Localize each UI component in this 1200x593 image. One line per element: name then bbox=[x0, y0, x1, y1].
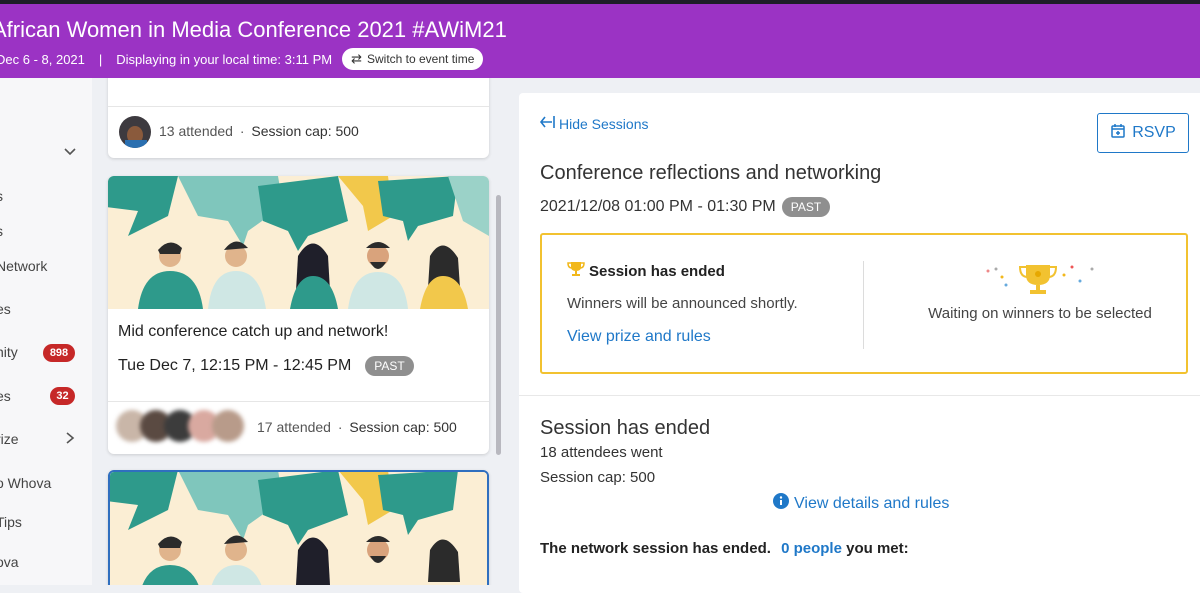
prize-box: Session has ended Winners will be announ… bbox=[540, 233, 1188, 374]
session-banner-illustration bbox=[110, 472, 487, 585]
chevron-down-icon[interactable] bbox=[63, 144, 77, 161]
sidebar-item-label: s bbox=[0, 188, 3, 204]
divider bbox=[108, 401, 489, 402]
hide-sessions-link[interactable]: Hide Sessions bbox=[539, 113, 649, 134]
sidebar-item-label: Tips bbox=[0, 514, 22, 530]
switch-to-event-time-button[interactable]: ⇄ Switch to event time bbox=[342, 48, 484, 70]
attendee-avatars bbox=[116, 410, 251, 442]
prize-heading: Session has ended bbox=[589, 262, 725, 280]
chevron-right-icon bbox=[64, 431, 76, 448]
sidebar-item-label: ova bbox=[0, 554, 19, 570]
hide-sessions-label: Hide Sessions bbox=[559, 115, 649, 132]
sidebar-item[interactable]: es bbox=[0, 388, 11, 404]
trophy-icon bbox=[567, 260, 585, 282]
sidebar-item[interactable]: o Whova bbox=[0, 475, 51, 491]
attendance-row: 13 attended · Session cap: 500 bbox=[159, 123, 359, 139]
sidebar-item[interactable]: Tips bbox=[0, 514, 22, 530]
sidebar-item-prize[interactable]: rize bbox=[0, 431, 19, 447]
event-header: African Women in Media Conference 2021 #… bbox=[0, 4, 1200, 78]
session-list: 13 attended · Session cap: 500 Mid confe bbox=[92, 78, 506, 585]
collapse-arrow-icon bbox=[539, 113, 557, 134]
session-detail-panel: Hide Sessions RSVP Conference reflection… bbox=[519, 93, 1200, 593]
event-subheader: Dec 6 - 8, 2021 | Displaying in your loc… bbox=[0, 48, 484, 70]
attendance-row: 17 attended · Session cap: 500 bbox=[257, 419, 457, 435]
rsvp-label: RSVP bbox=[1132, 124, 1176, 141]
session-card-selected[interactable] bbox=[108, 470, 489, 585]
sidebar: s s Network es nity 898 es 32 rize o Who… bbox=[0, 78, 92, 585]
view-details-label: View details and rules bbox=[794, 494, 950, 512]
sidebar-item-label: nity bbox=[0, 344, 18, 360]
sidebar-item[interactable]: ova bbox=[0, 554, 19, 570]
info-icon bbox=[773, 493, 789, 514]
view-details-rules-link[interactable]: View details and rules bbox=[773, 493, 949, 514]
session-card[interactable]: 13 attended · Session cap: 500 bbox=[108, 78, 489, 158]
session-title: Mid conference catch up and network! bbox=[118, 323, 389, 340]
sidebar-item[interactable]: es bbox=[0, 301, 11, 317]
session-cap: Session cap: 500 bbox=[349, 419, 457, 435]
session-detail-title: Conference reflections and networking bbox=[540, 162, 882, 184]
sidebar-item-label: rize bbox=[0, 431, 19, 447]
sidebar-item-community[interactable]: nity bbox=[0, 344, 18, 360]
divider bbox=[108, 106, 489, 107]
divider bbox=[519, 395, 1200, 396]
rsvp-button[interactable]: RSVP bbox=[1097, 113, 1189, 153]
session-time: Tue Dec 7, 12:15 PM - 12:45 PM bbox=[118, 357, 352, 374]
sidebar-item-label: o Whova bbox=[0, 475, 52, 491]
people-met-link[interactable]: 0 people bbox=[781, 540, 842, 557]
sidebar-item-label: s bbox=[0, 223, 3, 239]
calendar-plus-icon bbox=[1110, 123, 1126, 144]
sidebar-item-label: Network bbox=[0, 258, 48, 274]
session-detail-datetime: 2021/12/08 01:00 PM - 01:30 PM bbox=[540, 198, 776, 215]
session-card[interactable]: Mid conference catch up and network! Tue… bbox=[108, 176, 489, 454]
status-pill: PAST bbox=[781, 197, 831, 217]
session-cap: Session cap: 500 bbox=[251, 123, 359, 139]
sidebar-item[interactable]: s bbox=[0, 188, 3, 204]
divider bbox=[863, 261, 864, 349]
attendees-went: 18 attendees went bbox=[540, 444, 663, 461]
local-time-text: Displaying in your local time: 3:11 PM bbox=[116, 51, 333, 67]
session-banner-illustration bbox=[108, 176, 489, 309]
prize-heading-row: Session has ended bbox=[567, 260, 725, 282]
event-title: African Women in Media Conference 2021 #… bbox=[0, 17, 507, 42]
network-ended-text: The network session has ended. bbox=[540, 540, 771, 557]
swap-arrows-icon: ⇄ bbox=[351, 51, 362, 66]
session-cap: Session cap: 500 bbox=[540, 469, 656, 486]
waiting-text: Waiting on winners to be selected bbox=[928, 305, 1152, 322]
sidebar-item[interactable]: s bbox=[0, 223, 3, 239]
sidebar-item-label: es bbox=[0, 388, 11, 404]
sidebar-item-label: es bbox=[0, 301, 11, 317]
prize-text: Winners will be announced shortly. bbox=[567, 295, 798, 312]
separator: | bbox=[98, 51, 103, 67]
status-pill: PAST bbox=[365, 356, 414, 376]
event-dates: Dec 6 - 8, 2021 bbox=[0, 51, 85, 67]
avatar bbox=[119, 116, 151, 148]
you-met-text: you met: bbox=[846, 540, 909, 557]
network-summary: The network session has ended. 0 people … bbox=[540, 540, 909, 557]
view-prize-rules-link[interactable]: View prize and rules bbox=[567, 328, 711, 346]
session-detail-datetime-row: 2021/12/08 01:00 PM - 01:30 PM PAST bbox=[540, 197, 831, 217]
count-badge: 32 bbox=[50, 387, 75, 405]
ended-heading: Session has ended bbox=[540, 417, 711, 439]
sidebar-item-network[interactable]: Network bbox=[0, 258, 47, 274]
attended-count: 17 attended bbox=[257, 419, 331, 435]
confetti-trophy-icon bbox=[982, 261, 1098, 302]
scrollbar-thumb[interactable] bbox=[496, 195, 501, 455]
session-time-row: Tue Dec 7, 12:15 PM - 12:45 PM PAST bbox=[118, 356, 414, 376]
attended-count: 13 attended bbox=[159, 123, 233, 139]
switch-label: Switch to event time bbox=[366, 52, 475, 66]
count-badge: 898 bbox=[43, 344, 75, 362]
